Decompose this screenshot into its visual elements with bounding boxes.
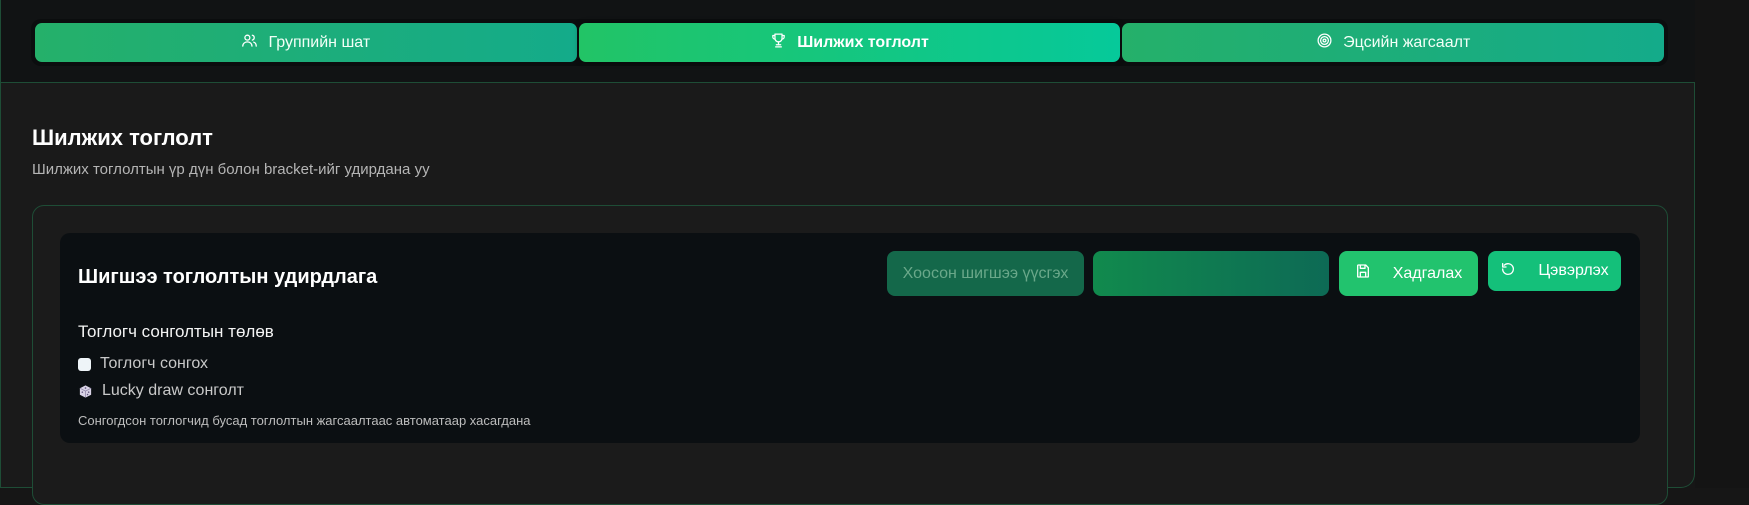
tab-label: Шилжих тоглолт [797, 33, 929, 51]
option-lucky-draw[interactable]: Lucky draw сонголт [78, 382, 244, 400]
right-gutter [1695, 0, 1749, 488]
header-band: Группийн шат Шилжих тоглолт Эцсийн жагса… [1, 0, 1695, 83]
reset-icon [1500, 261, 1516, 282]
tab-final-ranking[interactable]: Эцсийн жагсаалт [1122, 23, 1665, 62]
unlabeled-action-button[interactable] [1093, 251, 1329, 296]
checkbox-icon[interactable] [78, 357, 91, 371]
save-button[interactable]: Хадгалах [1339, 251, 1478, 296]
tab-group-stage[interactable]: Группийн шат [35, 23, 577, 62]
reset-button[interactable]: Цэвэрлэх [1488, 251, 1621, 291]
selection-note: Сонгогдсон тоглогчид бусад тоглолтын жаг… [78, 413, 531, 428]
save-icon [1355, 263, 1371, 284]
reset-label: Цэвэрлэх [1538, 262, 1609, 279]
app-shell: Группийн шат Шилжих тоглолт Эцсийн жагса… [0, 0, 1695, 505]
panel-title: Шигшээ тоглолтын удирдлага [78, 266, 378, 288]
bracket-control-panel: Шигшээ тоглолтын удирдлага Хоосон шигшээ… [60, 233, 1640, 443]
dice-icon [78, 384, 93, 399]
trophy-icon [770, 32, 787, 54]
target-icon [1316, 32, 1333, 54]
users-icon [241, 32, 258, 54]
option-lucky-draw-label: Lucky draw сонголт [102, 382, 244, 399]
page-subtitle: Шилжих тоглолтын үр дүн болон bracket-ий… [32, 161, 430, 178]
page-title: Шилжих тоглолт [32, 125, 213, 150]
save-label: Хадгалах [1392, 264, 1463, 282]
create-empty-bracket-button[interactable]: Хоосон шигшээ үүсгэх [887, 251, 1084, 296]
tab-knockout[interactable]: Шилжих тоглолт [578, 23, 1121, 62]
option-select-player-label: Тоглогч сонгох [100, 355, 209, 372]
tab-label: Эцсийн жагсаалт [1343, 33, 1471, 51]
selection-status-heading: Тоглогч сонголтын төлөв [78, 322, 274, 341]
tab-bar: Группийн шат Шилжих тоглолт Эцсийн жагса… [31, 19, 1668, 66]
option-select-player[interactable]: Тоглогч сонгох [78, 355, 208, 373]
create-empty-bracket-label: Хоосон шигшээ үүсгэх [902, 264, 1069, 282]
tab-label: Группийн шат [268, 33, 371, 51]
